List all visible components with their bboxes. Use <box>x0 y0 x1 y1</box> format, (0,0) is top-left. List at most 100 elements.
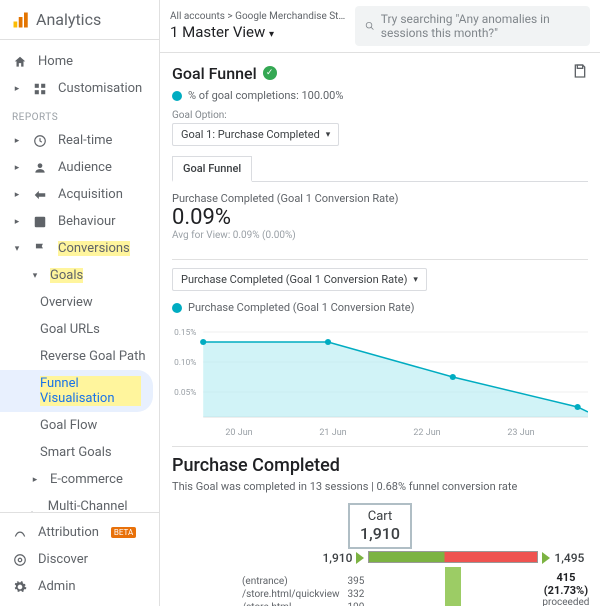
nav-audience[interactable]: ▸ Audience <box>0 154 159 181</box>
chevron-right-icon: ▸ <box>12 217 22 227</box>
discover-icon <box>12 553 28 567</box>
line-chart: 0.15% 0.10% 0.05% 20 Jun 21 Jun 22 Jun 2… <box>172 322 588 438</box>
funnel-in-value: 1,910 <box>322 551 352 565</box>
section-subtext: This Goal was completed in 13 sessions |… <box>172 480 588 493</box>
entrance-table: (entrance)395 /store.html/quickview332 /… <box>172 575 364 606</box>
nav-home[interactable]: Home <box>0 48 159 75</box>
metric-avg: Avg for View: 0.09% (0.00%) <box>172 230 588 241</box>
nav-behaviour[interactable]: ▸ Behaviour <box>0 208 159 235</box>
search-input[interactable]: Try searching "Any anomalies in sessions… <box>355 6 590 46</box>
nav-overview[interactable]: Overview <box>0 289 159 316</box>
attribution-icon <box>12 526 28 540</box>
nav-realtime[interactable]: ▸ Real-time <box>0 127 159 154</box>
nav-label: Home <box>38 54 73 69</box>
behaviour-icon <box>32 215 48 229</box>
metric-value: 0.09% <box>172 205 588 230</box>
funnel-step-cart: Cart 1,910 <box>172 503 588 551</box>
nav-conversions[interactable]: ▾ Conversions <box>0 235 159 262</box>
flag-icon <box>32 242 48 256</box>
chevron-down-icon: ▾ <box>12 244 22 254</box>
search-icon <box>365 19 375 33</box>
legend-dot <box>172 303 182 313</box>
nav-label: Smart Goals <box>40 445 112 460</box>
page-title: Goal Funnel <box>172 64 257 83</box>
search-placeholder: Try searching "Any anomalies in sessions… <box>381 12 580 40</box>
chevron-right-icon: ▸ <box>12 190 22 200</box>
arrow-right-icon <box>542 552 550 564</box>
chevron-down-icon: ▾ <box>30 271 40 281</box>
nav-label: Overview <box>40 295 93 310</box>
nav-mcf[interactable]: ▸ Multi-Channel Funnels <box>0 493 159 512</box>
nav-label: Conversions <box>58 241 130 256</box>
section-title: Purchase Completed <box>172 455 588 476</box>
nav-label: Discover <box>38 552 88 567</box>
chevron-down-icon: ▾ <box>326 130 331 140</box>
nav-label: Funnel Visualisation <box>40 376 141 406</box>
svg-text:0.10%: 0.10% <box>174 357 196 367</box>
nav-label: Goal URLs <box>40 322 100 337</box>
nav-discover[interactable]: Discover <box>0 546 159 573</box>
arrow-down-icon <box>368 567 538 606</box>
chevron-right-icon: ▸ <box>12 163 22 173</box>
nav-label: Goal Flow <box>40 418 97 433</box>
nav-attribution[interactable]: Attribution BETA <box>0 519 159 546</box>
nav-label: Attribution <box>38 525 99 540</box>
nav-label: Behaviour <box>58 214 116 229</box>
beta-badge: BETA <box>111 527 136 538</box>
step-title: Cart <box>360 509 400 524</box>
nav-label: Real-time <box>58 133 112 148</box>
nav-label: Customisation <box>58 81 142 96</box>
nav-ecommerce[interactable]: ▸ E-commerce <box>0 466 159 493</box>
nav-customisation[interactable]: ▸ Customisation <box>0 75 159 102</box>
clock-icon <box>32 134 48 148</box>
proceed-text: 415 (21.73%) proceeded to Billing and Sh… <box>542 571 589 606</box>
nav-goal-flow[interactable]: Goal Flow <box>0 412 159 439</box>
nav-goal-urls[interactable]: Goal URLs <box>0 316 159 343</box>
nav-label: E-commerce <box>50 472 123 487</box>
save-icon[interactable] <box>572 63 588 83</box>
dashboard-icon <box>32 82 48 96</box>
chart-metric-select[interactable]: Purchase Completed (Goal 1 Conversion Ra… <box>172 268 427 291</box>
nav-funnel-visualisation[interactable]: Funnel Visualisation <box>0 370 153 412</box>
x-tick: 20 Jun <box>225 428 252 438</box>
analytics-logo-icon <box>12 11 30 29</box>
nav-label: Admin <box>38 579 76 594</box>
goal-option-label: Goal Option: <box>172 110 588 121</box>
x-tick: 23 Jun <box>507 428 534 438</box>
nav-label: Multi-Channel Funnels <box>48 499 147 512</box>
breadcrumb[interactable]: All accounts > Google Merchandise St… <box>170 11 345 23</box>
nav-label: Acquisition <box>58 187 123 202</box>
logo: Analytics <box>0 0 159 40</box>
legend-dot <box>172 91 182 101</box>
chevron-down-icon: ▾ <box>413 275 418 285</box>
gear-icon <box>12 580 28 594</box>
step-value: 1,910 <box>360 524 400 543</box>
nav-label: Audience <box>58 160 112 175</box>
chart-legend: Purchase Completed (Goal 1 Conversion Ra… <box>188 301 414 314</box>
nav-reverse-goal-path[interactable]: Reverse Goal Path <box>0 343 159 370</box>
logo-text: Analytics <box>36 10 101 29</box>
x-tick: 22 Jun <box>413 428 440 438</box>
chevron-right-icon: ▸ <box>30 475 40 485</box>
metric-label: Purchase Completed (Goal 1 Conversion Ra… <box>172 192 588 205</box>
arrow-right-icon <box>356 552 364 564</box>
nav-label: Reverse Goal Path <box>40 349 146 364</box>
nav-label: Goals <box>50 268 83 283</box>
nav-admin[interactable]: Admin <box>0 573 159 600</box>
nav-smart-goals[interactable]: Smart Goals <box>0 439 159 466</box>
view-selector[interactable]: 1 Master View ▾ <box>170 23 345 41</box>
home-icon <box>12 55 28 69</box>
nav-goals[interactable]: ▾ Goals <box>0 262 159 289</box>
chevron-down-icon: ▾ <box>269 29 274 40</box>
x-tick: 21 Jun <box>319 428 346 438</box>
nav-acquisition[interactable]: ▸ Acquisition <box>0 181 159 208</box>
pct-goal-completions: % of goal completions: 100.00% <box>188 89 343 102</box>
svg-text:0.05%: 0.05% <box>174 387 196 397</box>
goal-option-select[interactable]: Goal 1: Purchase Completed ▾ <box>172 123 339 146</box>
user-icon <box>32 161 48 175</box>
svg-text:0.15%: 0.15% <box>174 327 196 337</box>
funnel-bar <box>368 551 538 563</box>
chevron-right-icon: ▸ <box>12 136 22 146</box>
tab-goal-funnel[interactable]: Goal Funnel <box>172 156 252 182</box>
reports-header: REPORTS <box>0 102 159 127</box>
